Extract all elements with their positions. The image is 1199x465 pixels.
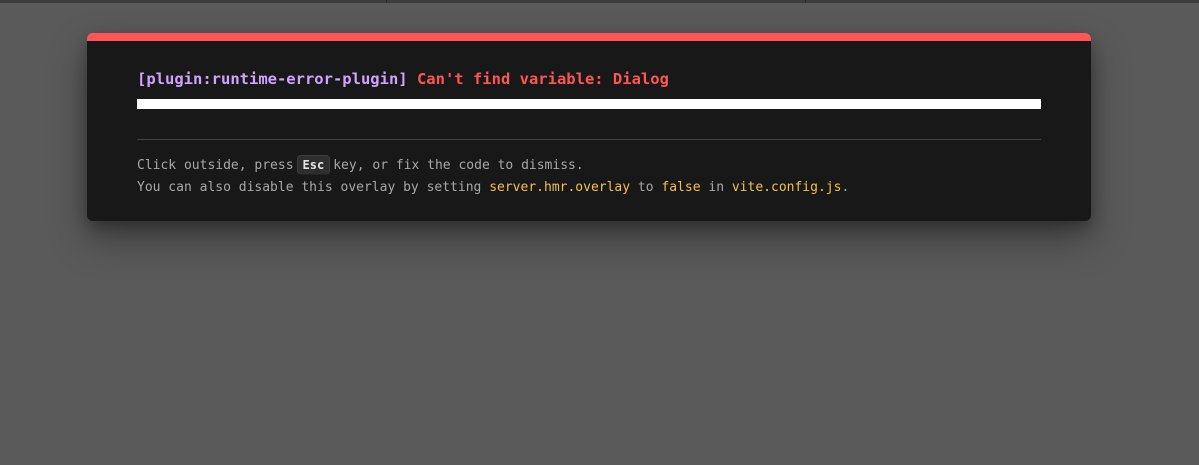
divider: [137, 139, 1041, 140]
error-text: Can't find variable: Dialog: [416, 70, 669, 88]
dismiss-tip: Click outside, press Esc key, or fix the c…: [137, 155, 584, 175]
config-value-code: false: [661, 180, 701, 195]
tip-text: .: [841, 180, 850, 195]
plugin-name: [plugin:runtime-error-plugin]: [137, 70, 408, 88]
esc-key-badge: Esc: [296, 155, 331, 175]
tip-text: to: [637, 180, 654, 195]
tip-text: You can also disable this overlay by set…: [137, 180, 482, 195]
background-page-divider: [805, 0, 806, 3]
disable-overlay-tip: You can also disable this overlay by set…: [137, 179, 849, 197]
tip-text: Click outside, press: [137, 158, 294, 173]
error-message: [plugin:runtime-error-plugin] Can't find…: [137, 69, 669, 89]
tip-text: key, or fix the code to dismiss.: [333, 158, 584, 173]
error-overlay-window: [plugin:runtime-error-plugin] Can't find…: [87, 33, 1091, 221]
config-file-code: vite.config.js: [731, 180, 842, 195]
background-page-strip: [0, 0, 1199, 3]
stack-frame-bar: [137, 99, 1041, 109]
config-setting-code: server.hmr.overlay: [489, 180, 631, 195]
tip-text: in: [708, 180, 725, 195]
background-page-divider: [386, 0, 387, 3]
